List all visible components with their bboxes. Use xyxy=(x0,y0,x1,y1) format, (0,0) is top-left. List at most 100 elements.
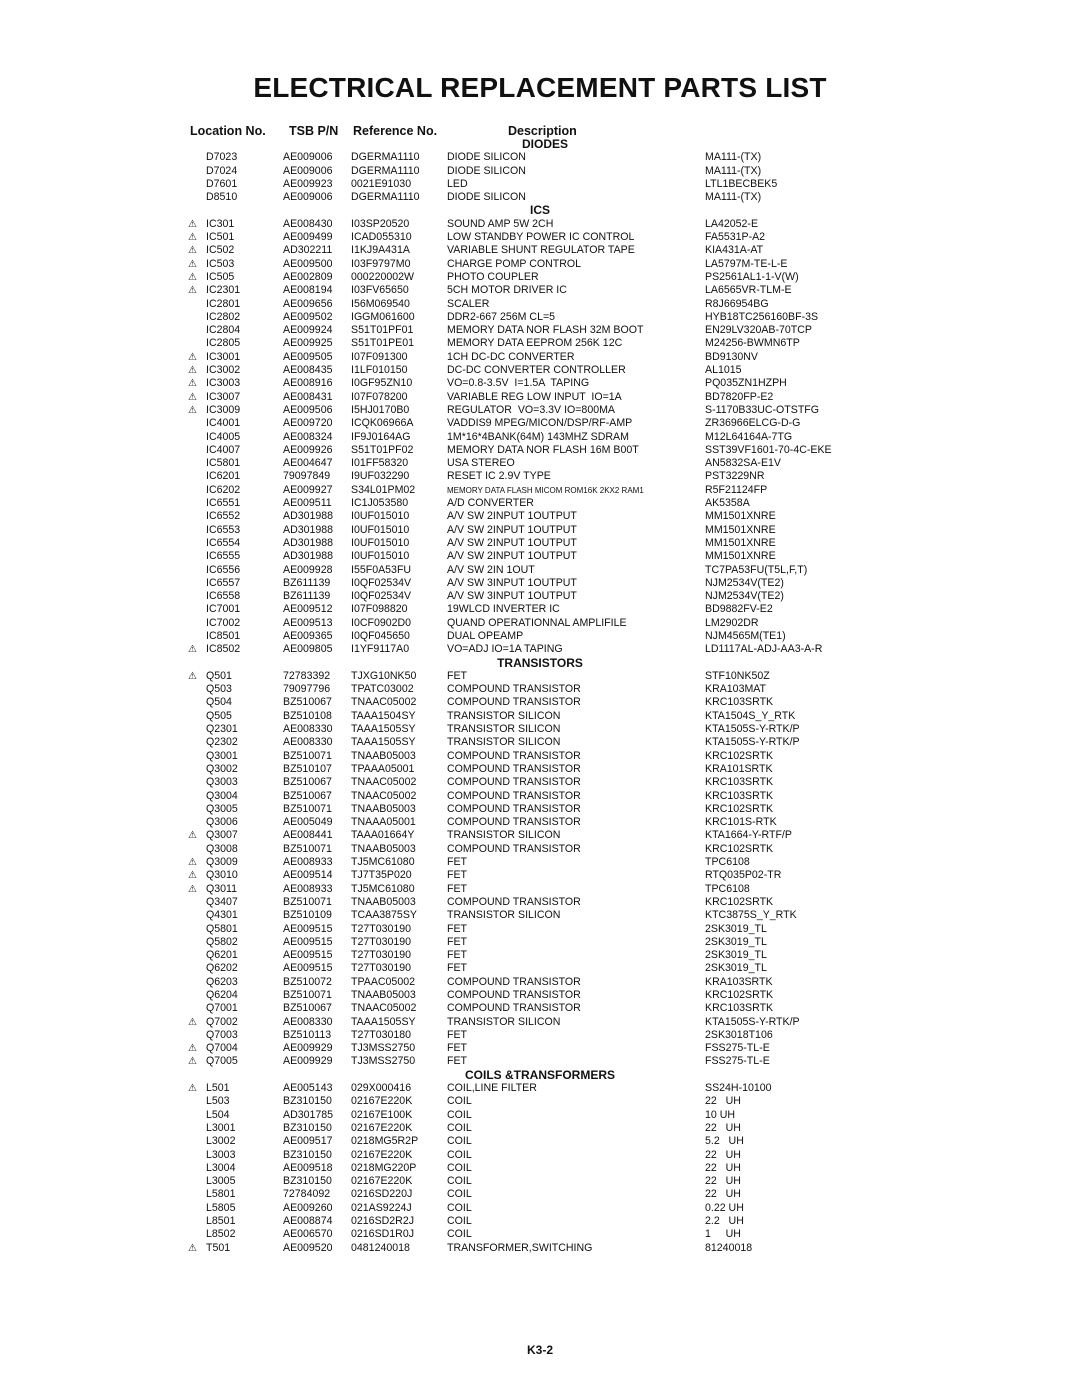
description-cell: FET xyxy=(447,1055,468,1068)
reference-cell: 0216SD1R0J xyxy=(351,1228,415,1241)
table-row: ⚠ IC3009 AE009506 I5HJ0170B0 REGULATOR VO=3.… xyxy=(0,404,1080,417)
part-number-cell: MM1501XNRE xyxy=(705,550,776,563)
description-cell: QUAND OPERATIONNAL AMPLIFILE xyxy=(447,616,627,629)
part-number-cell: SS24H-10100 xyxy=(705,1082,772,1095)
tsb-pn-cell: AE009506 xyxy=(283,403,333,416)
table-row: L5801 72784092 0216SD220J COIL 22 UH xyxy=(0,1188,1080,1201)
safety-warning-icon: ⚠ xyxy=(188,830,197,842)
part-number-cell: LD1117AL-ADJ-AA3-A-R xyxy=(705,643,823,656)
reference-cell: TNAAA05001 xyxy=(351,816,416,829)
section-heading: ICS xyxy=(0,204,1080,218)
reference-cell: T27T030190 xyxy=(351,935,412,948)
description-cell: A/V SW 2INPUT 1OUTPUT xyxy=(447,536,577,549)
description-cell: FET xyxy=(447,922,468,935)
table-row: ⚠ Q3009 AE008933 TJ5MC61080 FET TPC6108 xyxy=(0,856,1080,869)
location-cell: IC8501 xyxy=(206,629,241,642)
description-cell: COMPOUND TRANSISTOR xyxy=(447,749,581,762)
table-row: D7601 AE009923 0021E91030 LED LTL1BECBEK5 xyxy=(0,178,1080,191)
safety-warning-icon: ⚠ xyxy=(188,857,197,869)
table-row: L3002 AE009517 0218MG5R2P COIL 5.2 UH xyxy=(0,1135,1080,1148)
location-cell: D8510 xyxy=(206,191,238,204)
reference-cell: T27T030180 xyxy=(351,1028,412,1041)
table-row: IC6553 AD301988 I0UF015010 A/V SW 2INPUT 1O… xyxy=(0,524,1080,537)
description-cell: COMPOUND TRANSISTOR xyxy=(447,776,581,789)
part-number-cell: PST3229NR xyxy=(705,470,765,483)
tsb-pn-cell: AE008194 xyxy=(283,284,333,297)
reference-cell: I0QF045650 xyxy=(351,629,410,642)
reference-cell: TAAA1505SY xyxy=(351,736,416,749)
tsb-pn-cell: AE002809 xyxy=(283,270,333,283)
section-title: COILS &TRANSFORMERS xyxy=(465,1067,615,1082)
table-row: Q5802 AE009515 T27T030190 FET 2SK3019_TL xyxy=(0,936,1080,949)
reference-cell: TNAAB05003 xyxy=(351,989,416,1001)
table-row: ⚠ IC301 AE008430 I03SP20520 SOUND AMP 5W 2CH… xyxy=(0,218,1080,231)
location-cell: Q3007 xyxy=(206,829,238,842)
reference-cell: I56M069540 xyxy=(351,297,410,310)
table-row: ⚠ IC8502 AE009805 I1YF9117A0 VO=ADJ IO=1A TA… xyxy=(0,643,1080,656)
reference-cell: S51T01PE01 xyxy=(351,337,415,350)
table-row: Q3006 AE005049 TNAAA05001 COMPOUND TRANSIST… xyxy=(0,816,1080,829)
location-cell: IC6555 xyxy=(206,550,241,563)
part-number-cell: NJM4565M(TE1) xyxy=(705,629,786,642)
tsb-pn-cell: AE009515 xyxy=(283,935,333,948)
description-cell: FET xyxy=(447,935,468,948)
description-cell: COMPOUND TRANSISTOR xyxy=(447,989,581,1001)
description-cell: MEMORY DATA NOR FLASH 16M B00T xyxy=(447,443,639,456)
part-number-cell: KRC103SRTK xyxy=(705,696,774,709)
description-cell: TRANSISTOR SILICON xyxy=(447,829,561,842)
description-cell: A/D CONVERTER xyxy=(447,497,534,510)
header-reference: Reference No. xyxy=(353,124,438,138)
location-cell: L5805 xyxy=(206,1201,236,1214)
safety-warning-icon: ⚠ xyxy=(188,232,197,244)
safety-warning-icon: ⚠ xyxy=(188,218,197,230)
tsb-pn-cell: AE008874 xyxy=(283,1215,333,1228)
part-number-cell: NJM2534V(TE2) xyxy=(705,590,784,603)
description-cell: COMPOUND TRANSISTOR xyxy=(447,842,581,855)
part-number-cell: RTQ035P02-TR xyxy=(705,869,782,882)
location-cell: Q504 xyxy=(206,696,232,709)
table-row: IC2802 AE009502 IGGM061600 DDR2-667 256M CL… xyxy=(0,311,1080,324)
reference-cell: 02167E100K xyxy=(351,1108,413,1121)
location-cell: IC3009 xyxy=(206,403,241,416)
tsb-pn-cell: AE009928 xyxy=(283,563,333,576)
description-cell: MEMORY DATA FLASH MICOM ROM16K 2KX2 RAM1 xyxy=(447,485,644,495)
part-number-cell: KRC103SRTK xyxy=(705,1002,774,1015)
description-cell: TRANSISTOR SILICON xyxy=(447,709,561,722)
description-cell: FET xyxy=(447,869,468,882)
location-cell: Q2302 xyxy=(206,736,238,749)
table-row: Q7003 BZ510113 T27T030180 FET 2SK3018T106 xyxy=(0,1029,1080,1042)
reference-cell: 0216SD220J xyxy=(351,1188,413,1201)
description-cell: COIL xyxy=(447,1175,472,1188)
description-cell: MEMORY DATA EEPROM 256K 12C xyxy=(447,337,623,350)
reference-cell: ICAD055310 xyxy=(351,231,412,244)
reference-cell: 0021E91030 xyxy=(351,177,412,190)
tsb-pn-cell: BZ510067 xyxy=(283,789,332,802)
location-cell: Q6204 xyxy=(206,989,238,1001)
reference-cell: TAAA01664Y xyxy=(351,829,415,842)
description-cell: LED xyxy=(447,177,468,190)
tsb-pn-cell: BZ310150 xyxy=(283,1121,332,1134)
table-row: Q2301 AE008330 TAAA1505SY TRANSISTOR SILICO… xyxy=(0,723,1080,736)
table-row: Q3002 BZ510107 TPAAA05001 COMPOUND TRANSIST… xyxy=(0,763,1080,776)
location-cell: IC3001 xyxy=(206,350,241,363)
reference-cell: S34L01PM02 xyxy=(351,483,416,496)
part-number-cell: BD7820FP-E2 xyxy=(705,390,774,403)
part-number-cell: KRA103MAT xyxy=(705,683,767,696)
reference-cell: I07F098820 xyxy=(351,603,408,616)
tsb-pn-cell: BZ510071 xyxy=(283,802,332,815)
location-cell: Q3011 xyxy=(206,882,238,895)
location-cell: Q503 xyxy=(206,683,232,696)
tsb-pn-cell: AE009512 xyxy=(283,603,333,616)
location-cell: Q7003 xyxy=(206,1028,238,1041)
part-number-cell: 22 UH xyxy=(705,1148,741,1161)
location-cell: IC6202 xyxy=(206,483,241,496)
table-row: ⚠ IC2301 AE008194 I03FV65650 5CH MOTOR DRIVE… xyxy=(0,284,1080,297)
location-cell: L503 xyxy=(206,1095,230,1108)
table-row: Q3008 BZ510071 TNAAB05003 COMPOUND TRANSIST… xyxy=(0,843,1080,856)
table-row: ⚠ Q7005 AE009929 TJ3MSS2750 FET FSS275-TL-E xyxy=(0,1055,1080,1068)
table-row: ⚠ Q7002 AE008330 TAAA1505SY TRANSISTOR SILIC… xyxy=(0,1016,1080,1029)
description-cell: COIL xyxy=(447,1228,472,1241)
location-cell: Q7002 xyxy=(206,1015,238,1028)
location-cell: Q7004 xyxy=(206,1042,238,1055)
part-number-cell: LM2902DR xyxy=(705,616,759,629)
